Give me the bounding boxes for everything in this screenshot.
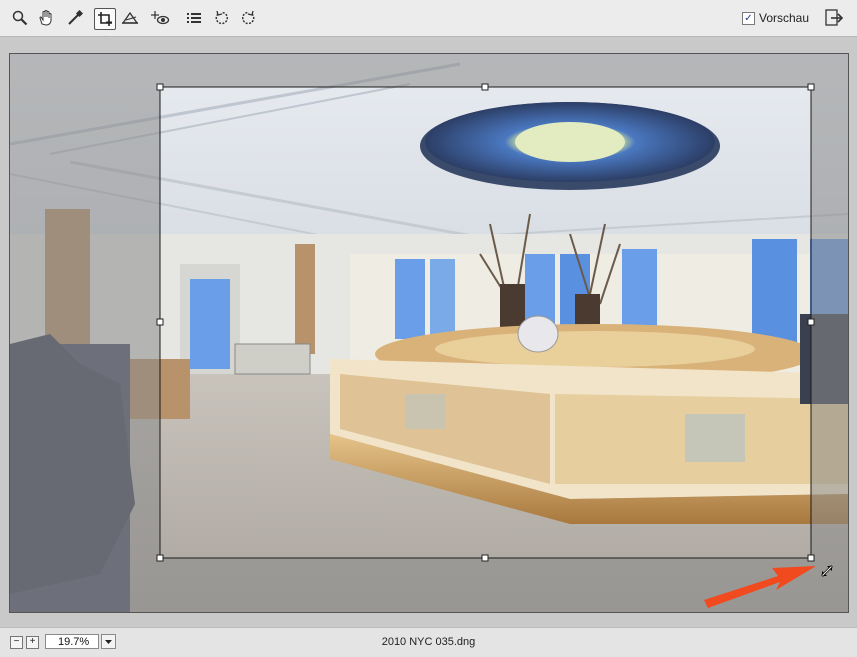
list-icon <box>187 13 201 23</box>
straighten-icon <box>121 11 139 24</box>
rotate-ccw-icon <box>215 10 228 25</box>
hand-tool-button[interactable] <box>36 8 56 28</box>
status-bar: − + 19.7% 2010 NYC 035.dng <box>0 627 857 657</box>
red-eye-tool-button[interactable] <box>150 8 170 28</box>
image-preview[interactable] <box>9 53 849 613</box>
file-name: 2010 NYC 035.dng <box>381 636 476 648</box>
exit-icon <box>825 9 844 26</box>
canvas-area[interactable] <box>0 37 857 627</box>
photo-store-interior <box>10 54 848 612</box>
rotate-cw-icon <box>242 10 255 25</box>
magnifier-icon <box>12 10 28 26</box>
zoom-tool-button[interactable] <box>10 8 30 28</box>
preview-label: Vorschau <box>759 11 810 25</box>
preview-toggle[interactable]: ✓ Vorschau <box>742 11 809 25</box>
exit-button[interactable] <box>824 8 844 28</box>
rotate-right-tool-button[interactable] <box>238 8 258 28</box>
crop-icon <box>98 12 112 26</box>
rotate-left-tool-button[interactable] <box>212 8 232 28</box>
annotation-arrow-diagonal <box>704 566 816 608</box>
hand-icon <box>39 10 52 26</box>
red-eye-icon <box>151 11 170 25</box>
crop-tool-button[interactable] <box>94 8 116 30</box>
preferences-tool-button[interactable] <box>184 8 204 28</box>
toolbar: ✓ Vorschau <box>0 0 857 37</box>
eyedropper-icon <box>68 10 83 25</box>
preview-checkbox[interactable]: ✓ <box>742 11 755 25</box>
white-balance-tool-button[interactable] <box>65 8 85 28</box>
straighten-tool-button[interactable] <box>120 8 140 28</box>
